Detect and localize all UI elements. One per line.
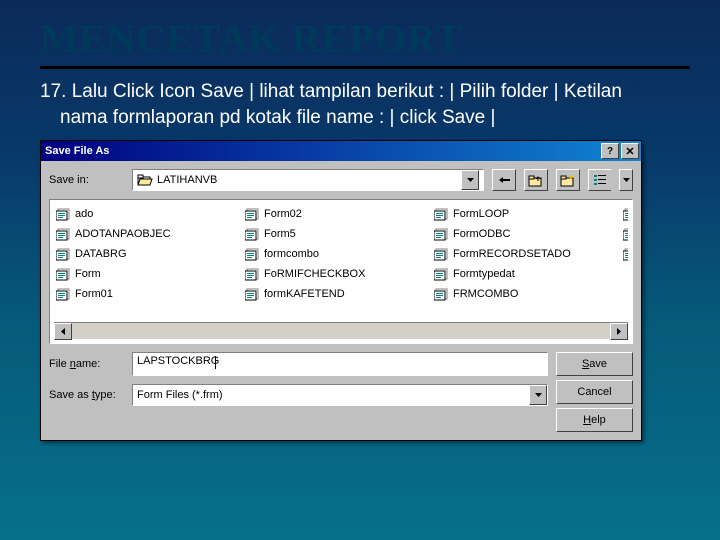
saveastype-label: Save as type: bbox=[49, 389, 124, 401]
new-folder-icon[interactable] bbox=[556, 169, 580, 191]
list-item[interactable]: Form02 bbox=[243, 204, 432, 224]
horizontal-scrollbar[interactable] bbox=[54, 322, 628, 339]
list-item[interactable]: FRMDERET bbox=[621, 244, 628, 264]
title-divider bbox=[40, 66, 690, 69]
help-button[interactable]: Help bbox=[556, 408, 633, 432]
back-icon[interactable] bbox=[492, 169, 516, 191]
cancel-button[interactable]: Cancel bbox=[556, 380, 633, 404]
list-item[interactable]: FormRECORDSETADO bbox=[432, 244, 621, 264]
save-file-as-dialog: Save File As ? Save in: LATIHANVB bbox=[40, 140, 642, 441]
list-item[interactable]: FormODBC bbox=[432, 224, 621, 244]
folder-open-icon bbox=[137, 173, 153, 187]
list-item[interactable]: ADOTANPAOBJEC bbox=[54, 224, 243, 244]
instruction-text: 17. Lalu Click Icon Save | lihat tampila… bbox=[40, 79, 690, 130]
list-item[interactable]: FormLOOP bbox=[432, 204, 621, 224]
page-title: MENCETAK REPORT bbox=[40, 15, 690, 62]
form-file-icon bbox=[434, 207, 450, 221]
form-file-icon bbox=[245, 227, 261, 241]
close-icon[interactable] bbox=[621, 143, 639, 159]
form-file-icon bbox=[623, 207, 628, 221]
filename-input[interactable]: LAPSTOCKBRG bbox=[132, 352, 548, 376]
save-in-label: Save in: bbox=[49, 174, 124, 186]
form-file-icon bbox=[56, 267, 72, 281]
list-item[interactable]: formKAFETEND bbox=[243, 284, 432, 304]
up-one-level-icon[interactable] bbox=[524, 169, 548, 191]
form-file-icon bbox=[245, 207, 261, 221]
chevron-down-icon[interactable] bbox=[461, 170, 479, 190]
form-file-icon bbox=[434, 267, 450, 281]
file-list: adoADOTANPAOBJECDATABRGFormForm01Form02F… bbox=[49, 199, 633, 344]
list-item[interactable]: Form01 bbox=[54, 284, 243, 304]
form-file-icon bbox=[56, 227, 72, 241]
form-file-icon bbox=[245, 247, 261, 261]
form-file-icon bbox=[245, 287, 261, 301]
list-item[interactable]: FoRMIFCHECKBOX bbox=[243, 264, 432, 284]
save-in-dropdown[interactable]: LATIHANVB bbox=[132, 169, 484, 191]
help-button-icon[interactable]: ? bbox=[601, 143, 619, 159]
form-file-icon bbox=[434, 287, 450, 301]
list-item[interactable]: DATABRG bbox=[54, 244, 243, 264]
dialog-titlebar[interactable]: Save File As ? bbox=[41, 141, 641, 161]
form-file-icon bbox=[623, 227, 628, 241]
list-item[interactable]: FrmDE bbox=[621, 224, 628, 244]
form-file-icon bbox=[434, 227, 450, 241]
details-view-icon[interactable] bbox=[619, 169, 633, 191]
scroll-left-icon[interactable] bbox=[54, 323, 72, 340]
list-item[interactable]: Formtypedat bbox=[432, 264, 621, 284]
form-file-icon bbox=[56, 287, 72, 301]
form-file-icon bbox=[623, 247, 628, 261]
list-item[interactable]: ado bbox=[54, 204, 243, 224]
form-file-icon bbox=[434, 247, 450, 261]
list-item[interactable]: Form bbox=[54, 264, 243, 284]
list-item[interactable]: FRMCOMBO bbox=[432, 284, 621, 304]
list-view-icon[interactable] bbox=[588, 169, 611, 191]
form-file-icon bbox=[245, 267, 261, 281]
dialog-title: Save File As bbox=[45, 145, 599, 157]
save-button[interactable]: Save bbox=[556, 352, 633, 376]
filename-label: File name: bbox=[49, 358, 124, 370]
list-item[interactable]: formcombo bbox=[243, 244, 432, 264]
scroll-right-icon[interactable] bbox=[610, 323, 628, 340]
list-item[interactable]: Frmdatabase bbox=[621, 204, 628, 224]
list-item[interactable]: Form5 bbox=[243, 224, 432, 244]
form-file-icon bbox=[56, 207, 72, 221]
chevron-down-icon[interactable] bbox=[529, 385, 547, 405]
form-file-icon bbox=[56, 247, 72, 261]
saveastype-dropdown[interactable]: Form Files (*.frm) bbox=[132, 384, 548, 406]
